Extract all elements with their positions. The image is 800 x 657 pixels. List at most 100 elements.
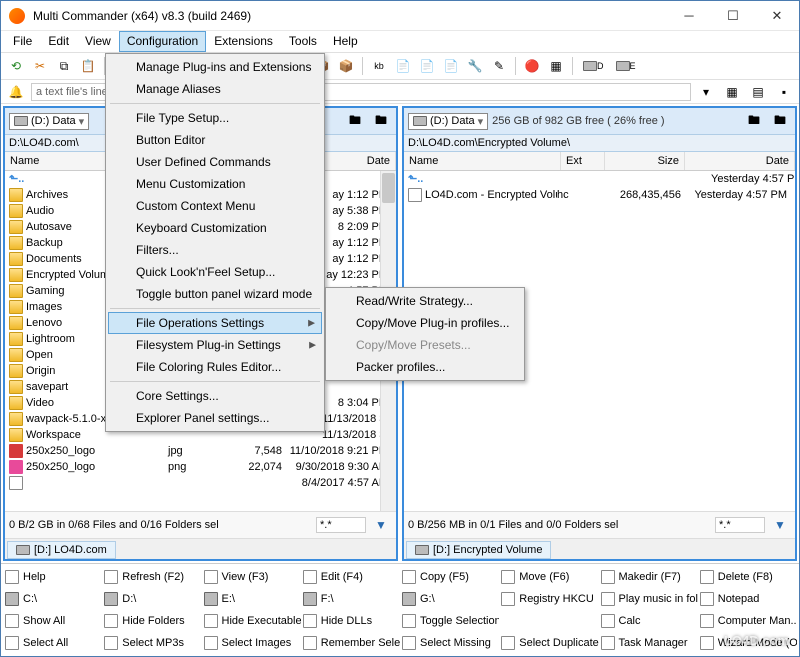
- menuitem-manage-aliases[interactable]: Manage Aliases: [108, 78, 322, 100]
- menu-extensions[interactable]: Extensions: [206, 31, 281, 52]
- right-tree-button[interactable]: 🖿: [743, 110, 765, 132]
- submenuitem-copy-move-plug-in-profiles[interactable]: Copy/Move Plug-in profiles...: [328, 312, 522, 334]
- panel-btn-hide-folders[interactable]: Hide Folders: [102, 610, 201, 632]
- color-button[interactable]: 🔴: [521, 55, 543, 77]
- right-tab[interactable]: [D:] Encrypted Volume: [406, 541, 551, 559]
- panel-btn-calc[interactable]: Calc: [599, 610, 698, 632]
- panel-btn-d[interactable]: D:\: [102, 588, 201, 610]
- file-row[interactable]: ⬑..Yesterday 4:57 PM: [404, 171, 795, 187]
- col-size[interactable]: Size: [605, 152, 685, 170]
- grid-button[interactable]: ▦: [545, 55, 567, 77]
- col-name[interactable]: Name: [404, 152, 561, 170]
- edit-button[interactable]: ✎: [488, 55, 510, 77]
- panel-btn-select-mp3s[interactable]: Select MP3s: [102, 632, 201, 654]
- unpack-button[interactable]: 📦: [335, 55, 357, 77]
- panel-btn-hide-executables[interactable]: Hide Executables: [202, 610, 301, 632]
- right-drive-selector[interactable]: (D:) Data ▾: [408, 113, 488, 130]
- panel-btn-remember-selec[interactable]: Remember Selec...: [301, 632, 400, 654]
- panel-btn-notepad[interactable]: Notepad: [698, 588, 797, 610]
- panel-btn-edit-f4[interactable]: Edit (F4): [301, 566, 400, 588]
- menuitem-file-operations-settings[interactable]: File Operations Settings: [108, 312, 322, 334]
- menuitem-user-defined-commands[interactable]: User Defined Commands: [108, 151, 322, 173]
- left-filter-button[interactable]: ▼: [370, 514, 392, 536]
- menu-file[interactable]: File: [5, 31, 40, 52]
- menu-configuration[interactable]: Configuration: [119, 31, 206, 52]
- panel-btn-e[interactable]: E:\: [202, 588, 301, 610]
- menuitem-custom-context-menu[interactable]: Custom Context Menu: [108, 195, 322, 217]
- drive-d-button[interactable]: D: [578, 55, 609, 77]
- paste-button[interactable]: 📋: [77, 55, 99, 77]
- panel-btn-task-manager[interactable]: Task Manager: [599, 632, 698, 654]
- left-tab[interactable]: [D:] LO4D.com: [7, 541, 116, 559]
- tip-view1-button[interactable]: ▦: [721, 81, 743, 103]
- panel-btn-move-f6[interactable]: Move (F6): [499, 566, 598, 588]
- cut-button[interactable]: ✂: [29, 55, 51, 77]
- menuitem-quick-look-n-feel-setup[interactable]: Quick Look'n'Feel Setup...: [108, 261, 322, 283]
- panel-btn-show-all[interactable]: Show All: [3, 610, 102, 632]
- file-row[interactable]: 250x250_logopng22,0749/30/2018 9:30 AM: [5, 459, 396, 475]
- file-row[interactable]: LO4D.com - Encrypted Volumehc268,435,456…: [404, 187, 795, 203]
- file-row[interactable]: 250x250_logojpg7,54811/10/2018 9:21 PM: [5, 443, 396, 459]
- left-tree-button2[interactable]: 🖿: [370, 110, 392, 132]
- panel-btn-select-missing[interactable]: Select Missing: [400, 632, 499, 654]
- menuitem-filesystem-plug-in-settings[interactable]: Filesystem Plug-in Settings: [108, 334, 322, 356]
- tool-button[interactable]: 📄: [440, 55, 462, 77]
- panel-btn-f[interactable]: F:\: [301, 588, 400, 610]
- menuitem-file-type-setup[interactable]: File Type Setup...: [108, 107, 322, 129]
- col-date[interactable]: Date: [685, 152, 795, 170]
- menu-tools[interactable]: Tools: [281, 31, 325, 52]
- panel-btn-toggle-selections[interactable]: Toggle Selections: [400, 610, 499, 632]
- panel-btn-play-music-in-fol[interactable]: Play music in fol...: [599, 588, 698, 610]
- menuitem-explorer-panel-settings[interactable]: Explorer Panel settings...: [108, 407, 322, 429]
- tip-dropdown-button[interactable]: ▾: [695, 81, 717, 103]
- right-tree-button2[interactable]: 🖿: [769, 110, 791, 132]
- panel-btn-makedir-f7[interactable]: Makedir (F7): [599, 566, 698, 588]
- menu-edit[interactable]: Edit: [40, 31, 77, 52]
- panel-btn-view-f3[interactable]: View (F3): [202, 566, 301, 588]
- tip-prev-button[interactable]: 🔔: [5, 81, 27, 103]
- filesize-button[interactable]: kb: [368, 55, 390, 77]
- panel-btn-copy-f5[interactable]: Copy (F5): [400, 566, 499, 588]
- menu-help[interactable]: Help: [325, 31, 366, 52]
- panel-btn-select-images[interactable]: Select Images: [202, 632, 301, 654]
- tool-button[interactable]: 📄: [416, 55, 438, 77]
- right-path[interactable]: D:\LO4D.com\Encrypted Volume\: [404, 135, 795, 152]
- maximize-button[interactable]: ☐: [711, 2, 755, 30]
- panel-btn-select-duplicates[interactable]: Select Duplicates: [499, 632, 598, 654]
- left-drive-selector[interactable]: (D:) Data ▾: [9, 113, 89, 130]
- right-filter-button[interactable]: ▼: [769, 514, 791, 536]
- drive-e-button[interactable]: E: [611, 55, 641, 77]
- tip-console-button[interactable]: ▪: [773, 81, 795, 103]
- panel-btn-wizard-mode-o[interactable]: Wizard Mode (O...: [698, 632, 797, 654]
- panel-btn-computer-man[interactable]: Computer Man...: [698, 610, 797, 632]
- copy-button[interactable]: ⧉: [53, 55, 75, 77]
- panel-btn-g[interactable]: G:\: [400, 588, 499, 610]
- tool-button[interactable]: 📄: [392, 55, 414, 77]
- minimize-button[interactable]: ─: [667, 2, 711, 30]
- close-button[interactable]: ✕: [755, 2, 799, 30]
- panel-btn-c[interactable]: C:\: [3, 588, 102, 610]
- col-ext[interactable]: Ext: [561, 152, 605, 170]
- left-tree-button[interactable]: 🖿: [344, 110, 366, 132]
- panel-btn-delete-f8[interactable]: Delete (F8): [698, 566, 797, 588]
- menu-view[interactable]: View: [77, 31, 119, 52]
- file-row[interactable]: 8/4/2017 4:57 AM: [5, 475, 396, 491]
- panel-btn-refresh-f2[interactable]: Refresh (F2): [102, 566, 201, 588]
- submenuitem-packer-profiles[interactable]: Packer profiles...: [328, 356, 522, 378]
- submenuitem-read-write-strategy[interactable]: Read/Write Strategy...: [328, 290, 522, 312]
- right-filter-input[interactable]: [715, 517, 765, 533]
- menuitem-button-editor[interactable]: Button Editor: [108, 129, 322, 151]
- left-filter-input[interactable]: [316, 517, 366, 533]
- panel-btn-select-all[interactable]: Select All: [3, 632, 102, 654]
- menuitem-keyboard-customization[interactable]: Keyboard Customization: [108, 217, 322, 239]
- tip-view2-button[interactable]: ▤: [747, 81, 769, 103]
- panel-btn-help[interactable]: Help: [3, 566, 102, 588]
- menuitem-manage-plug-ins-and-extensions[interactable]: Manage Plug-ins and Extensions: [108, 56, 322, 78]
- menuitem-file-coloring-rules-editor[interactable]: File Coloring Rules Editor...: [108, 356, 322, 378]
- menuitem-filters[interactable]: Filters...: [108, 239, 322, 261]
- back-button[interactable]: ⟲: [5, 55, 27, 77]
- panel-btn-hide-dlls[interactable]: Hide DLLs: [301, 610, 400, 632]
- menuitem-menu-customization[interactable]: Menu Customization: [108, 173, 322, 195]
- menuitem-toggle-button-panel-wizard-mode[interactable]: Toggle button panel wizard mode: [108, 283, 322, 305]
- panel-btn-registry-hkcu[interactable]: Registry HKCU: [499, 588, 598, 610]
